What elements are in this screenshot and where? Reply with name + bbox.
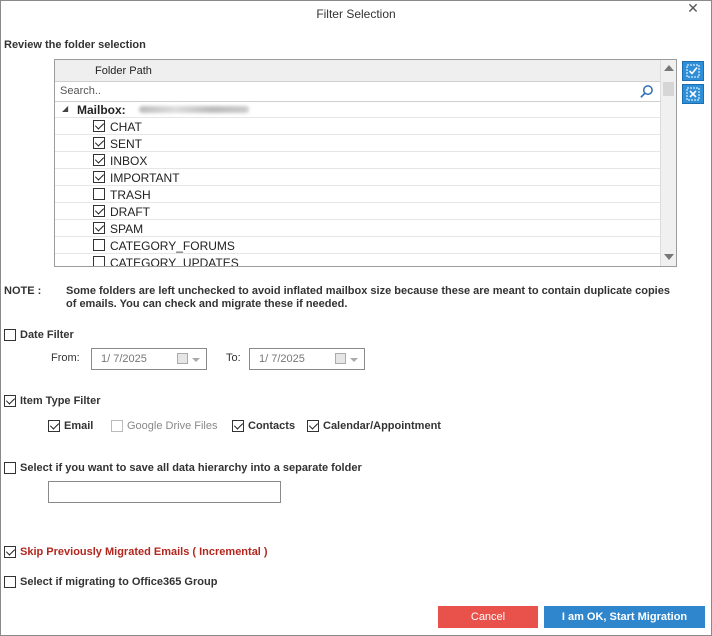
folder-name: CATEGORY_UPDATES bbox=[110, 256, 239, 266]
contacts-type-label: Contacts bbox=[248, 420, 296, 432]
email-type-checkbox[interactable] bbox=[48, 420, 60, 432]
incremental-label: Skip Previously Migrated Emails ( Increm… bbox=[20, 546, 268, 558]
email-type-label: Email bbox=[64, 420, 94, 432]
folder-search-input[interactable] bbox=[55, 82, 625, 100]
date-filter-option[interactable]: Date Filter bbox=[4, 329, 74, 341]
folder-name: TRASH bbox=[110, 188, 151, 202]
hierarchy-label: Select if you want to save all data hier… bbox=[20, 462, 362, 474]
mailbox-node[interactable]: ◢ Mailbox: bbox=[55, 102, 660, 118]
filter-selection-dialog: Filter Selection ✕ Review the folder sel… bbox=[0, 0, 712, 636]
close-icon[interactable]: ✕ bbox=[685, 1, 701, 17]
folder-row[interactable]: IMPORTANT bbox=[55, 169, 660, 186]
from-date-value: 1/ 7/2025 bbox=[101, 353, 147, 365]
item-type-filter-checkbox[interactable] bbox=[4, 395, 16, 407]
folder-tree-body: ◢ Mailbox: CHAT SENT INBOX IMPORTANT TRASH DR… bbox=[55, 102, 660, 266]
hierarchy-checkbox[interactable] bbox=[4, 462, 16, 474]
folder-checkbox[interactable] bbox=[93, 188, 105, 200]
item-type-filter-option[interactable]: Item Type Filter bbox=[4, 395, 100, 407]
deselect-all-button[interactable] bbox=[682, 84, 704, 104]
folder-row[interactable]: INBOX bbox=[55, 152, 660, 169]
folder-row[interactable]: DRAFT bbox=[55, 203, 660, 220]
note-label: NOTE : bbox=[4, 285, 42, 297]
scroll-up-arrow-icon[interactable] bbox=[664, 65, 674, 71]
folder-name: IMPORTANT bbox=[110, 171, 180, 185]
to-label: To: bbox=[226, 352, 241, 364]
office365-group-label: Select if migrating to Office365 Group bbox=[20, 576, 218, 588]
start-migration-button[interactable]: I am OK, Start Migration bbox=[544, 606, 705, 628]
folder-checkbox[interactable] bbox=[93, 137, 105, 149]
redacted-mailbox-address bbox=[139, 106, 249, 113]
calendar-icon[interactable] bbox=[335, 353, 346, 364]
note-text: Some folders are left unchecked to avoid… bbox=[66, 285, 670, 310]
folder-name: INBOX bbox=[110, 154, 148, 168]
folder-row[interactable]: CATEGORY_UPDATES bbox=[55, 254, 660, 266]
select-all-button[interactable] bbox=[682, 61, 704, 81]
chevron-down-icon[interactable] bbox=[350, 358, 358, 362]
folder-tree-scrollbar[interactable] bbox=[660, 60, 676, 266]
scroll-down-arrow-icon[interactable] bbox=[664, 254, 674, 260]
folder-name: SPAM bbox=[110, 222, 144, 236]
mailbox-label: Mailbox: bbox=[77, 103, 126, 117]
folder-search-row bbox=[55, 82, 660, 102]
calendar-type-checkbox[interactable] bbox=[307, 420, 319, 432]
hierarchy-option[interactable]: Select if you want to save all data hier… bbox=[4, 462, 362, 474]
item-type-filter-label: Item Type Filter bbox=[20, 395, 101, 407]
folder-name: CHAT bbox=[110, 120, 142, 134]
uncheck-all-icon bbox=[686, 87, 700, 101]
to-date-value: 1/ 7/2025 bbox=[259, 353, 305, 365]
calendar-type-option[interactable]: Calendar/Appointment bbox=[307, 420, 441, 432]
folder-checkbox[interactable] bbox=[93, 154, 105, 166]
folder-row[interactable]: SPAM bbox=[55, 220, 660, 237]
folder-checkbox[interactable] bbox=[93, 171, 105, 183]
folder-checkbox[interactable] bbox=[93, 222, 105, 234]
contacts-type-checkbox[interactable] bbox=[232, 420, 244, 432]
calendar-icon[interactable] bbox=[177, 353, 188, 364]
google-drive-type-label: Google Drive Files bbox=[127, 420, 218, 432]
to-date-picker[interactable]: 1/ 7/2025 bbox=[249, 348, 365, 370]
incremental-checkbox[interactable] bbox=[4, 546, 16, 558]
search-icon[interactable] bbox=[639, 84, 654, 99]
folder-checkbox[interactable] bbox=[93, 120, 105, 132]
check-all-icon bbox=[686, 64, 700, 78]
google-drive-type-option: Google Drive Files bbox=[111, 420, 217, 432]
folder-name: CATEGORY_FORUMS bbox=[110, 239, 235, 253]
scroll-thumb[interactable] bbox=[663, 82, 674, 96]
date-filter-label: Date Filter bbox=[20, 329, 74, 341]
dialog-title: Filter Selection bbox=[316, 7, 396, 21]
from-date-picker[interactable]: 1/ 7/2025 bbox=[91, 348, 207, 370]
title-bar: Filter Selection ✕ bbox=[1, 1, 711, 27]
folder-checkbox[interactable] bbox=[93, 256, 105, 266]
folder-tree: Folder Path ◢ Mailbox: CHAT SENT INBOX IMPO… bbox=[54, 59, 677, 267]
from-label: From: bbox=[51, 352, 80, 364]
folder-name: DRAFT bbox=[110, 205, 150, 219]
folder-row[interactable]: CHAT bbox=[55, 118, 660, 135]
collapse-triangle-icon[interactable]: ◢ bbox=[62, 104, 68, 113]
folder-path-header-label: Folder Path bbox=[95, 65, 152, 77]
folder-row[interactable]: TRASH bbox=[55, 186, 660, 203]
google-drive-type-checkbox bbox=[111, 420, 123, 432]
folder-row[interactable]: SENT bbox=[55, 135, 660, 152]
folder-path-column-header[interactable]: Folder Path bbox=[55, 60, 660, 82]
folder-section-title: Review the folder selection bbox=[4, 39, 146, 51]
office365-group-checkbox[interactable] bbox=[4, 576, 16, 588]
office365-group-option[interactable]: Select if migrating to Office365 Group bbox=[4, 576, 217, 588]
incremental-option[interactable]: Skip Previously Migrated Emails ( Increm… bbox=[4, 546, 268, 558]
folder-checkbox[interactable] bbox=[93, 205, 105, 217]
folder-row[interactable]: CATEGORY_FORUMS bbox=[55, 237, 660, 254]
folder-checkbox[interactable] bbox=[93, 239, 105, 251]
folder-name: SENT bbox=[110, 137, 143, 151]
date-filter-checkbox[interactable] bbox=[4, 329, 16, 341]
cancel-button[interactable]: Cancel bbox=[438, 606, 538, 628]
chevron-down-icon[interactable] bbox=[192, 358, 200, 362]
contacts-type-option[interactable]: Contacts bbox=[232, 420, 295, 432]
email-type-option[interactable]: Email bbox=[48, 420, 93, 432]
separate-folder-name-input[interactable] bbox=[48, 481, 281, 503]
calendar-type-label: Calendar/Appointment bbox=[323, 420, 441, 432]
